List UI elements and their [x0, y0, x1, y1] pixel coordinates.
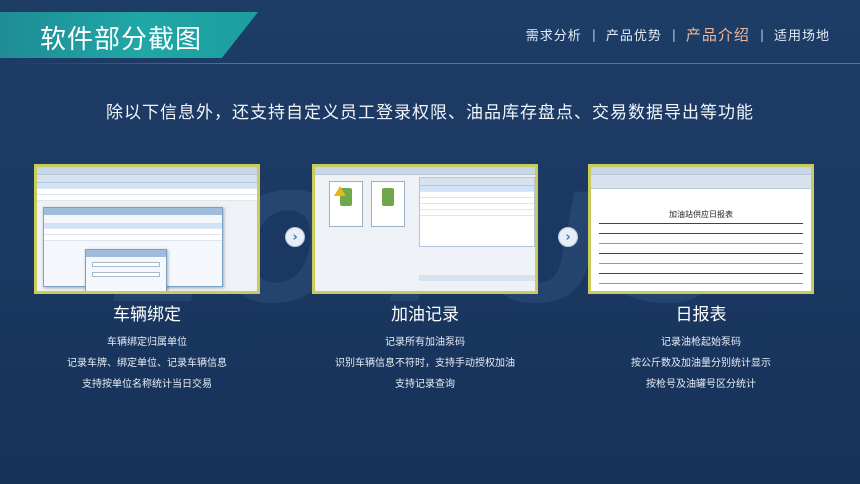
- report-filter-bar: [591, 175, 811, 189]
- feature-item: 记录油枪起始泵码: [661, 337, 741, 348]
- pump-card: [329, 181, 363, 227]
- screenshot-vehicle-binding: [34, 164, 260, 294]
- screenshot-daily-report: 加油站供应日报表: [588, 164, 814, 294]
- warning-icon: [334, 186, 346, 196]
- app-toolbar: [37, 167, 257, 175]
- table-row: [37, 195, 257, 201]
- feature-item: 记录所有加油泵码: [385, 337, 465, 348]
- report-title: 加油站供应日报表: [669, 210, 733, 219]
- feature-item: 识别车辆信息不符时，支持手动授权加油: [335, 358, 515, 369]
- bind-unit-dialog: [85, 249, 167, 291]
- query-bar: [419, 275, 535, 281]
- nav-item-venues[interactable]: 适用场地: [764, 25, 840, 44]
- next-arrow-icon: ›: [558, 227, 578, 247]
- section-title-refuel-records: 加油记录: [391, 305, 459, 325]
- screenshot-refuel-records: [312, 164, 538, 294]
- feature-item: 按枪号及油罐号区分统计: [646, 379, 756, 390]
- top-nav: 需求分析 | 产品优势 | 产品介绍 | 适用场地: [516, 24, 840, 45]
- section-title-daily-report: 日报表: [675, 305, 727, 325]
- feature-list-refuel-records: 记录所有加油泵码 识别车辆信息不符时，支持手动授权加油 支持记录查询: [295, 332, 555, 395]
- feature-list-vehicle-binding: 车辆绑定归属单位 记录车牌、绑定单位、记录车辆信息 支持按单位名称统计当日交易: [17, 332, 277, 395]
- next-arrow-icon: ›: [285, 227, 305, 247]
- nav-item-advantages[interactable]: 产品优势: [596, 25, 672, 44]
- feature-list-daily-report: 记录油枪起始泵码 按公斤数及加油量分别统计显示 按枪号及油罐号区分统计: [571, 332, 831, 395]
- app-toolbar: [591, 167, 811, 175]
- page-title: 软件部分截图: [40, 25, 203, 55]
- feature-item: 支持按单位名称统计当日交易: [82, 379, 212, 390]
- feature-item: 支持记录查询: [395, 379, 455, 390]
- feature-item: 按公斤数及加油量分别统计显示: [631, 358, 771, 369]
- section-title-vehicle-binding: 车辆绑定: [113, 305, 181, 325]
- records-table: [419, 177, 535, 247]
- nav-item-product-intro[interactable]: 产品介绍: [676, 24, 760, 45]
- pump-card: [371, 181, 405, 227]
- app-toolbar: [315, 167, 535, 175]
- feature-item: 记录车牌、绑定单位、记录车辆信息: [67, 358, 227, 369]
- page-subtitle: 除以下信息外，还支持自定义员工登录权限、油品库存盘点、交易数据导出等功能: [106, 103, 754, 123]
- nav-item-demand[interactable]: 需求分析: [516, 25, 592, 44]
- app-filter-bar: [37, 175, 257, 183]
- header-divider: [0, 63, 860, 64]
- feature-item: 车辆绑定归属单位: [107, 337, 187, 348]
